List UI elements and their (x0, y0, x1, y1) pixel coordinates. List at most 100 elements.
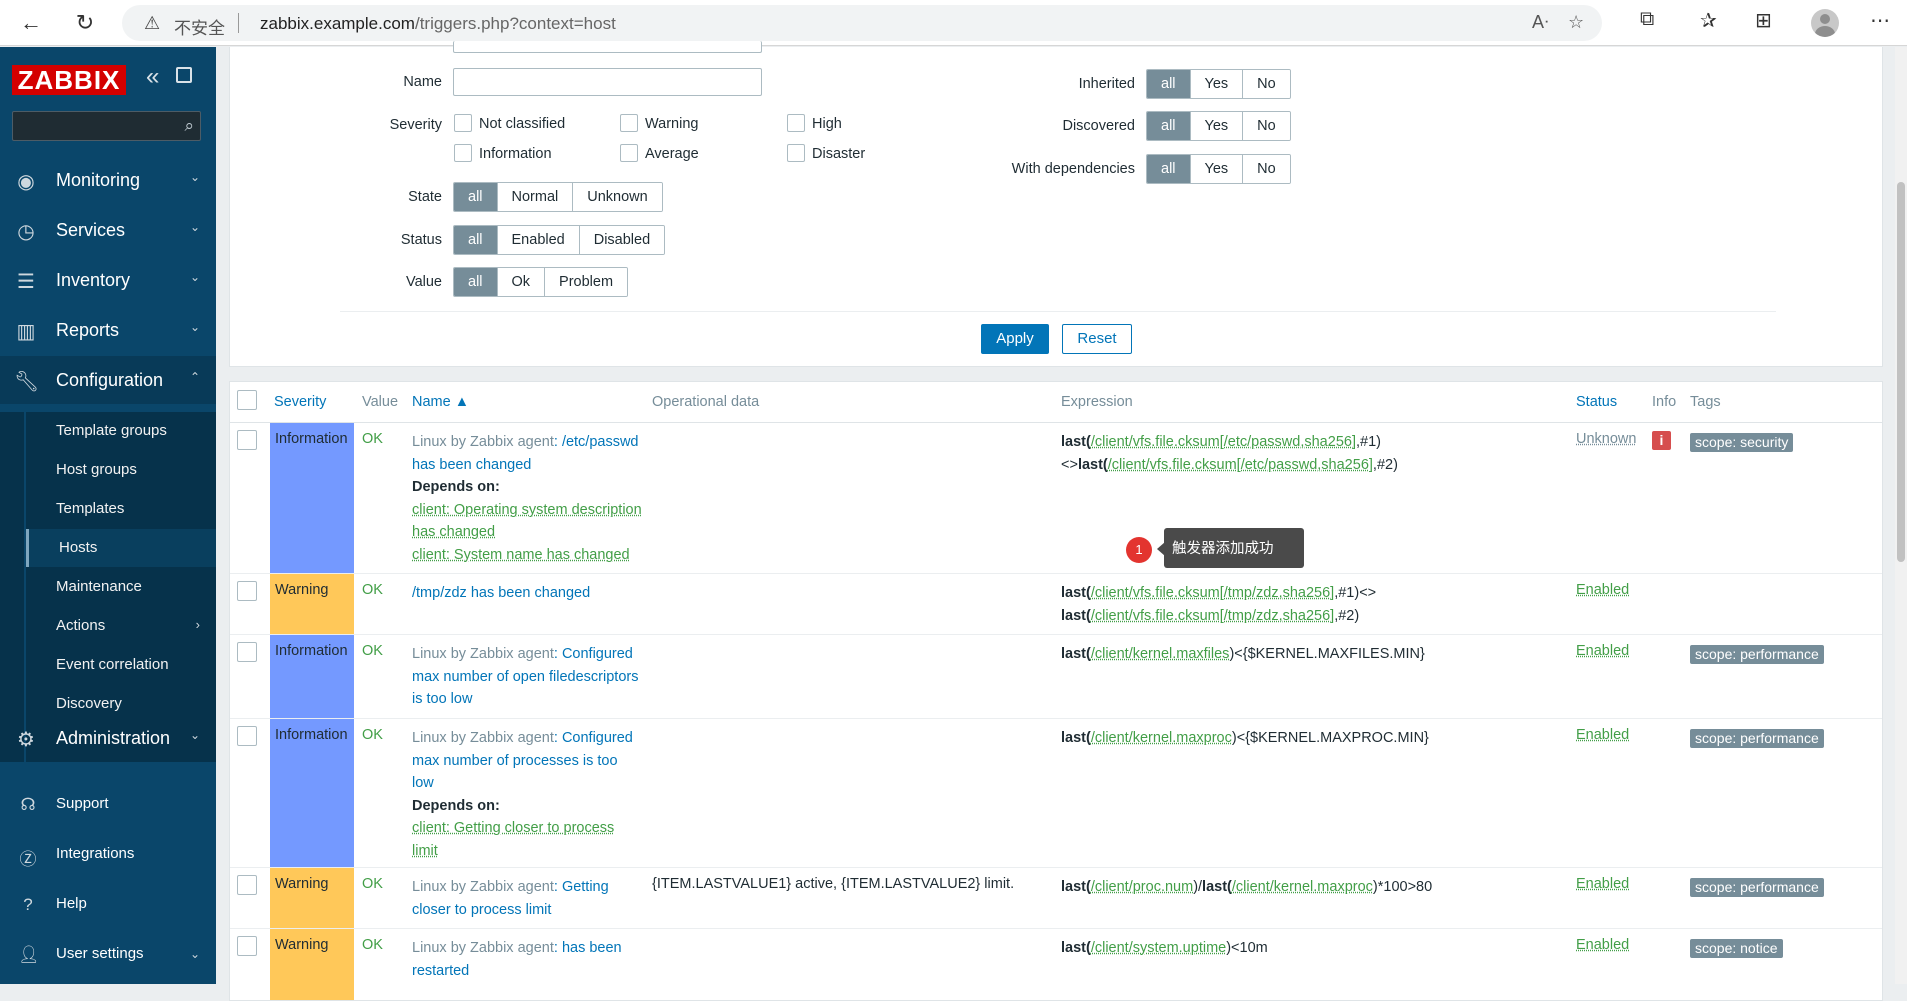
submenu-actions[interactable]: Actions › (26, 607, 216, 645)
dependency-link[interactable]: client: Operating system description has… (412, 499, 642, 544)
add-favorite-icon[interactable]: ☆ (1568, 12, 1584, 33)
header-severity[interactable]: Severity (274, 394, 326, 410)
submenu-event-correlation[interactable]: Event correlation (26, 646, 216, 684)
inherited-all[interactable]: all (1147, 70, 1191, 98)
more-menu-icon[interactable]: ⋯ (1870, 8, 1890, 33)
status-cell[interactable]: Enabled (1576, 582, 1629, 598)
template-link[interactable]: Linux by Zabbix agent (412, 434, 554, 450)
row-checkbox[interactable] (237, 642, 257, 662)
dependency-link[interactable]: client: Getting closer to process limit (412, 817, 642, 862)
state-segmented[interactable]: all Normal Unknown (453, 182, 663, 212)
expr-item-link[interactable]: /client/system.uptime (1091, 940, 1226, 956)
search-icon[interactable]: ⌕ (184, 116, 194, 136)
template-link[interactable]: Linux by Zabbix agent (412, 879, 554, 895)
dependency-link[interactable]: client: System name has changed (412, 544, 642, 567)
favorites-icon[interactable]: ✰ (1700, 8, 1717, 33)
expr-item-link[interactable]: /client/vfs.file.cksum[/etc/passwd,sha25… (1108, 457, 1373, 473)
severity-average-checkbox[interactable] (620, 144, 638, 162)
menu-administration[interactable]: ⚙ Administration ⌄ (0, 714, 216, 762)
menu-monitoring[interactable]: ◉ Monitoring ⌄ (0, 156, 216, 204)
inherited-no[interactable]: No (1243, 70, 1290, 98)
zabbix-logo[interactable]: ZABBIX (12, 65, 126, 95)
status-segmented[interactable]: all Enabled Disabled (453, 225, 666, 255)
state-unknown[interactable]: Unknown (573, 183, 662, 211)
row-checkbox[interactable] (237, 430, 257, 450)
severity-information-checkbox[interactable] (454, 144, 472, 162)
row-checkbox[interactable] (237, 581, 257, 601)
value-ok[interactable]: Ok (497, 268, 546, 296)
read-aloud-icon[interactable]: Aᐧ (1532, 12, 1549, 33)
dependencies-segmented[interactable]: all Yes No (1146, 154, 1291, 184)
dependencies-no[interactable]: No (1243, 155, 1290, 183)
host-field-partial[interactable] (453, 41, 762, 53)
template-link[interactable]: Linux by Zabbix agent (412, 940, 554, 956)
menu-reports[interactable]: ▥ Reports ⌄ (0, 306, 216, 354)
status-cell[interactable]: Enabled (1576, 727, 1629, 743)
expr-item-link[interactable]: /client/kernel.maxproc (1232, 879, 1373, 895)
back-arrow-icon[interactable]: ← (16, 8, 46, 38)
support-link[interactable]: ☊ Support (0, 783, 216, 827)
state-all[interactable]: all (454, 183, 498, 211)
trigger-name-link[interactable]: /tmp/zdz has been changed (412, 585, 590, 601)
help-link[interactable]: ? Help (0, 883, 216, 927)
header-status[interactable]: Status (1576, 394, 1617, 410)
value-problem[interactable]: Problem (545, 268, 628, 296)
integrations-link[interactable]: Ⓩ Integrations (0, 833, 216, 877)
submenu-templates[interactable]: Templates (26, 490, 216, 528)
expr-item-link[interactable]: /client/kernel.maxfiles (1091, 646, 1230, 662)
status-cell[interactable]: Unknown (1576, 431, 1636, 447)
inherited-segmented[interactable]: all Yes No (1146, 69, 1291, 99)
dependencies-yes[interactable]: Yes (1190, 155, 1244, 183)
status-cell[interactable]: Enabled (1576, 876, 1629, 892)
reset-button[interactable]: Reset (1062, 324, 1132, 354)
name-input[interactable] (453, 68, 762, 96)
kiosk-mode-icon[interactable] (176, 67, 192, 83)
discovered-yes[interactable]: Yes (1190, 112, 1244, 140)
row-checkbox[interactable] (237, 875, 257, 895)
expr-item-link[interactable]: /client/proc.num (1091, 879, 1193, 895)
info-error-icon[interactable]: i (1652, 431, 1671, 450)
discovered-no[interactable]: No (1243, 112, 1290, 140)
status-cell[interactable]: Enabled (1576, 937, 1629, 953)
scrollbar-thumb[interactable] (1897, 182, 1905, 562)
collections-icon[interactable]: ⊞ (1755, 8, 1772, 33)
menu-services[interactable]: ◷ Services ⌄ (0, 206, 216, 254)
row-checkbox[interactable] (237, 726, 257, 746)
status-disabled[interactable]: Disabled (579, 226, 665, 254)
submenu-template-groups[interactable]: Template groups (26, 412, 216, 450)
discovered-all[interactable]: all (1147, 112, 1191, 140)
status-all[interactable]: all (454, 226, 498, 254)
expr-item-link[interactable]: /client/vfs.file.cksum[/tmp/zdz,sha256] (1091, 608, 1334, 624)
severity-disaster-checkbox[interactable] (787, 144, 805, 162)
menu-configuration[interactable]: 🔧︎ Configuration ⌃ (0, 356, 216, 404)
reload-icon[interactable]: ↻ (70, 8, 100, 38)
extensions-icon[interactable]: ⧉ (1640, 8, 1654, 31)
expr-item-link[interactable]: /client/kernel.maxproc (1091, 730, 1232, 746)
severity-not-classified-checkbox[interactable] (454, 114, 472, 132)
severity-warning-checkbox[interactable] (620, 114, 638, 132)
submenu-maintenance[interactable]: Maintenance (26, 568, 216, 606)
expr-item-link[interactable]: /client/vfs.file.cksum[/etc/passwd,sha25… (1091, 434, 1356, 450)
value-segmented[interactable]: all Ok Problem (453, 267, 629, 297)
header-name[interactable]: Name ▲ (412, 394, 469, 410)
collapse-sidebar-icon[interactable]: « (146, 63, 159, 91)
apply-button[interactable]: Apply (981, 324, 1049, 354)
template-link[interactable]: Linux by Zabbix agent (412, 730, 554, 746)
row-checkbox[interactable] (237, 936, 257, 956)
sidebar-search-input[interactable]: ⌕ (12, 111, 201, 141)
inherited-yes[interactable]: Yes (1190, 70, 1244, 98)
template-link[interactable]: Linux by Zabbix agent (412, 646, 554, 662)
expr-item-link[interactable]: /client/vfs.file.cksum[/tmp/zdz,sha256] (1091, 585, 1334, 601)
profile-avatar[interactable] (1811, 9, 1839, 37)
select-all-checkbox[interactable] (237, 390, 257, 410)
user-settings-link[interactable]: 👤︎ User settings ⌄ (0, 933, 216, 977)
menu-inventory[interactable]: ☰ Inventory ⌄ (0, 256, 216, 304)
state-normal[interactable]: Normal (497, 183, 574, 211)
status-enabled[interactable]: Enabled (497, 226, 580, 254)
severity-high-checkbox[interactable] (787, 114, 805, 132)
submenu-hosts[interactable]: Hosts (26, 529, 216, 567)
value-all[interactable]: all (454, 268, 498, 296)
status-cell[interactable]: Enabled (1576, 643, 1629, 659)
address-bar[interactable]: ⚠ 不安全 zabbix.example.com/triggers.php?co… (122, 5, 1602, 41)
discovered-segmented[interactable]: all Yes No (1146, 111, 1291, 141)
